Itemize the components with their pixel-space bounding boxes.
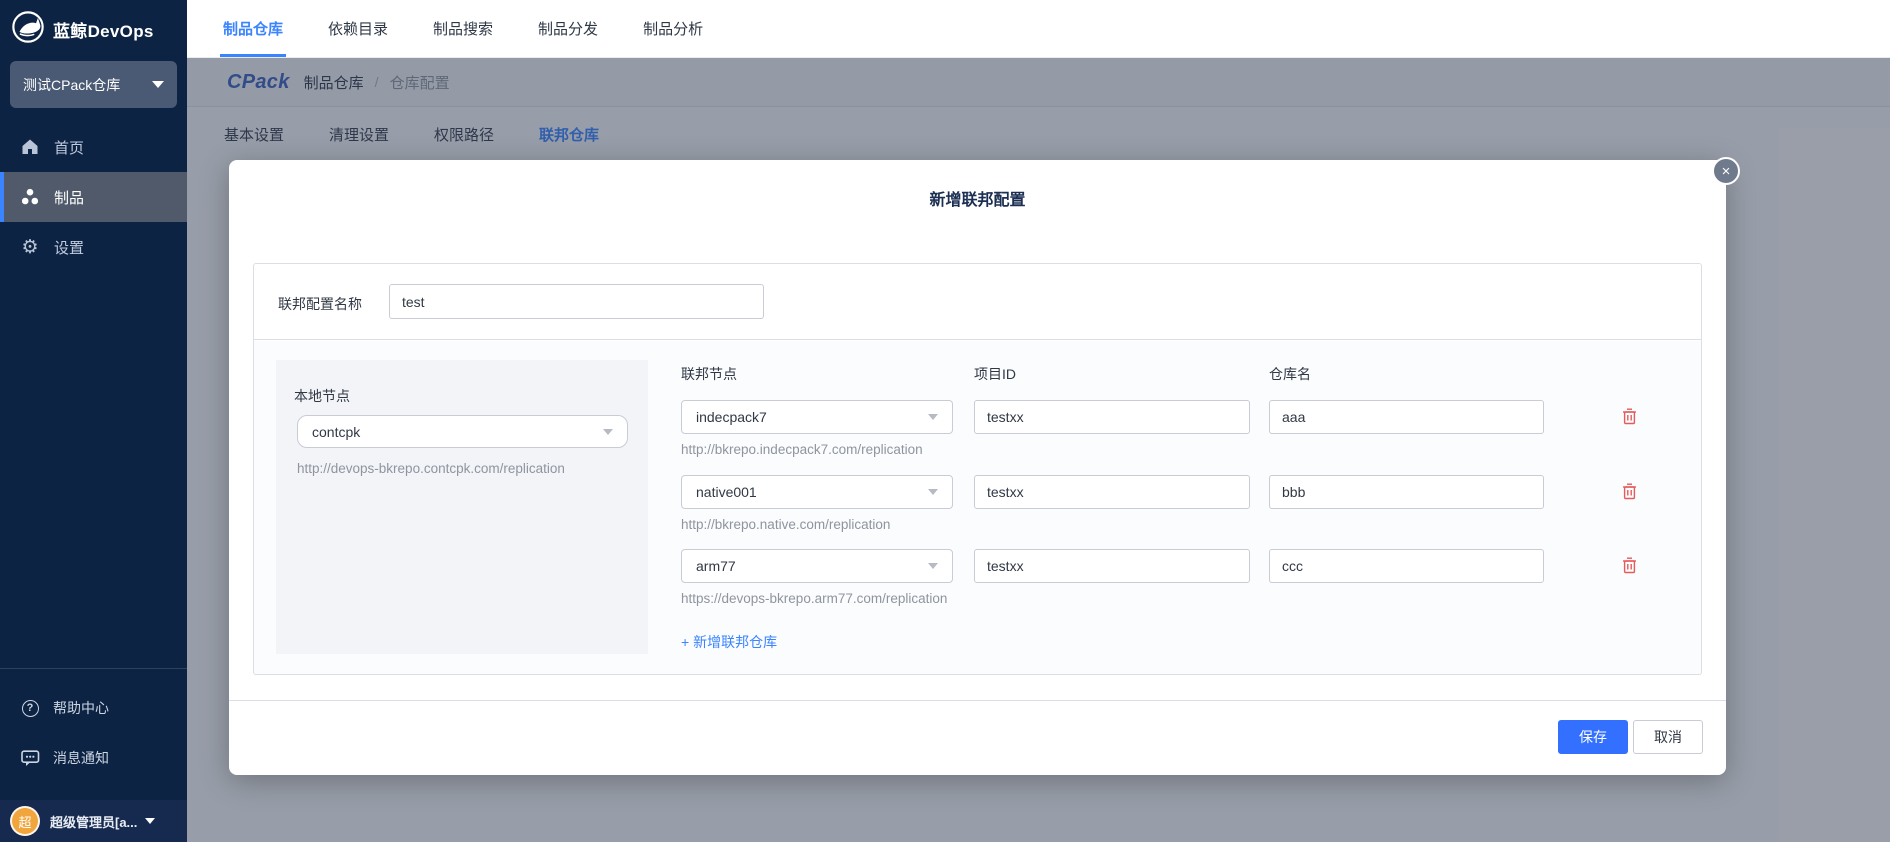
chevron-down-icon <box>928 563 938 569</box>
chevron-down-icon <box>152 81 164 88</box>
sidebar-item-home[interactable]: 首页 <box>0 122 187 172</box>
close-icon[interactable]: × <box>1712 157 1740 185</box>
sidebar-item-label: 首页 <box>54 137 84 158</box>
save-button[interactable]: 保存 <box>1558 720 1628 754</box>
column-header-repo: 仓库名 <box>1269 364 1311 384</box>
project-id-input[interactable] <box>974 475 1250 509</box>
federation-form-card: 联邦配置名称 本地节点 contcpk http://devops-bkrepo… <box>253 263 1702 675</box>
repo-selector-value: 测试CPack仓库 <box>23 75 120 95</box>
user-name: 超级管理员[a... <box>50 812 137 831</box>
local-node-select[interactable]: contcpk <box>297 415 628 448</box>
nav-tab-artifact-search[interactable]: 制品搜索 <box>433 0 493 57</box>
sidebar-item-notifications[interactable]: 消息通知 <box>0 738 187 778</box>
delete-row-icon[interactable] <box>1620 483 1638 501</box>
local-node-panel: 本地节点 contcpk http://devops-bkrepo.contcp… <box>276 360 648 654</box>
local-node-select-value: contcpk <box>312 424 360 440</box>
add-federation-dialog: × 新增联邦配置 联邦配置名称 本地节点 contcpk http://devo… <box>229 160 1726 775</box>
project-id-input[interactable] <box>974 400 1250 434</box>
fed-node-url: https://devops-bkrepo.arm77.com/replicat… <box>681 591 947 606</box>
fed-node-url: http://bkrepo.native.com/replication <box>681 517 890 532</box>
notifications-label: 消息通知 <box>53 748 109 768</box>
sidebar-divider <box>0 668 187 669</box>
config-name-input[interactable] <box>389 284 764 319</box>
repo-name-input[interactable] <box>1269 400 1544 434</box>
dialog-title: 新增联邦配置 <box>229 160 1726 210</box>
sidebar-item-label: 设置 <box>54 237 84 258</box>
user-menu[interactable]: 超 超级管理员[a... <box>0 800 187 842</box>
sidebar: 蓝鲸DevOps 测试CPack仓库 首页 制品 ⚙ 设置 <box>0 0 187 842</box>
nav-tab-artifact-analysis[interactable]: 制品分析 <box>643 0 703 57</box>
sidebar-item-help-center[interactable]: ? 帮助中心 <box>0 688 187 728</box>
message-icon <box>19 750 41 767</box>
nav-tab-artifact-repo[interactable]: 制品仓库 <box>223 0 283 57</box>
project-id-input[interactable] <box>974 549 1250 583</box>
artifact-icon <box>19 187 41 207</box>
avatar: 超 <box>10 806 40 836</box>
chevron-down-icon <box>603 429 613 435</box>
federation-rows-area: 联邦节点 项目ID 仓库名 indecpack7 <box>681 341 1701 674</box>
footer-divider <box>229 700 1726 701</box>
local-node-url: http://devops-bkrepo.contcpk.com/replica… <box>297 461 565 476</box>
delete-row-icon[interactable] <box>1620 408 1638 426</box>
logo[interactable]: 蓝鲸DevOps <box>0 0 187 58</box>
home-icon <box>19 138 41 156</box>
blueking-whale-logo-icon <box>11 10 45 49</box>
help-icon: ? <box>19 700 41 717</box>
fed-node-select[interactable]: indecpack7 <box>681 400 953 434</box>
top-nav: 制品仓库 依赖目录 制品搜索 制品分发 制品分析 <box>187 0 1890 58</box>
nav-tab-dependency-catalog[interactable]: 依赖目录 <box>328 0 388 57</box>
config-name-label: 联邦配置名称 <box>278 294 362 314</box>
cancel-button[interactable]: 取消 <box>1633 720 1703 754</box>
repo-selector[interactable]: 测试CPack仓库 <box>10 61 177 108</box>
chevron-down-icon <box>928 489 938 495</box>
fed-node-select[interactable]: arm77 <box>681 549 953 583</box>
sidebar-item-artifacts[interactable]: 制品 <box>0 172 187 222</box>
sidebar-item-label: 制品 <box>54 187 84 208</box>
local-node-label: 本地节点 <box>294 386 350 406</box>
repo-name-input[interactable] <box>1269 549 1544 583</box>
sidebar-item-settings[interactable]: ⚙ 设置 <box>0 222 187 272</box>
fed-node-url: http://bkrepo.indecpack7.com/replication <box>681 442 923 457</box>
chevron-down-icon <box>928 414 938 420</box>
column-header-project: 项目ID <box>974 364 1016 384</box>
repo-name-input[interactable] <box>1269 475 1544 509</box>
config-name-row: 联邦配置名称 <box>254 264 1701 340</box>
gear-icon: ⚙ <box>19 238 41 257</box>
help-center-label: 帮助中心 <box>53 698 109 718</box>
app-root: 蓝鲸DevOps 测试CPack仓库 首页 制品 ⚙ 设置 <box>0 0 1890 842</box>
logo-text: 蓝鲸DevOps <box>53 17 154 42</box>
federation-section: 本地节点 contcpk http://devops-bkrepo.contcp… <box>254 341 1701 674</box>
fed-node-select[interactable]: native001 <box>681 475 953 509</box>
chevron-down-icon <box>145 818 155 824</box>
add-federation-repo-link[interactable]: + 新增联邦仓库 <box>681 632 777 652</box>
nav-tab-artifact-distribution[interactable]: 制品分发 <box>538 0 598 57</box>
delete-row-icon[interactable] <box>1620 557 1638 575</box>
column-header-node: 联邦节点 <box>681 364 737 384</box>
